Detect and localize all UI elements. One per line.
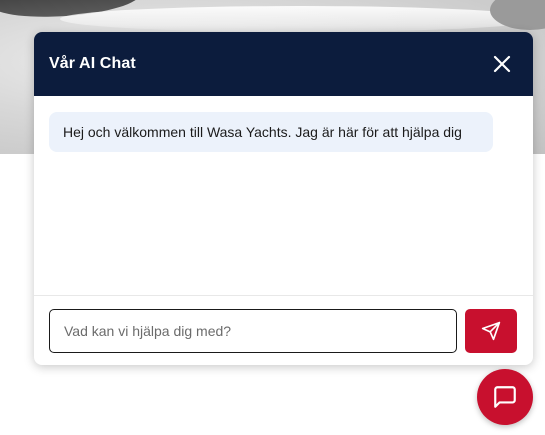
- composer: [34, 296, 533, 365]
- chat-panel: Vår AI Chat Hej och välkommen till Wasa …: [34, 32, 533, 365]
- photo-highlight-shape: [60, 6, 540, 32]
- send-button[interactable]: [465, 308, 517, 353]
- assistant-message: Hej och välkommen till Wasa Yachts. Jag …: [49, 112, 493, 152]
- close-icon: [493, 55, 511, 73]
- chat-title: Vår AI Chat: [49, 55, 136, 72]
- message-list: Hej och välkommen till Wasa Yachts. Jag …: [34, 96, 533, 296]
- chat-bubble-icon: [494, 386, 516, 408]
- message-input[interactable]: [49, 308, 457, 353]
- chat-header: Vår AI Chat: [34, 32, 533, 96]
- send-icon: [481, 321, 501, 340]
- close-button[interactable]: [486, 48, 518, 80]
- chat-launcher-button[interactable]: [477, 369, 533, 425]
